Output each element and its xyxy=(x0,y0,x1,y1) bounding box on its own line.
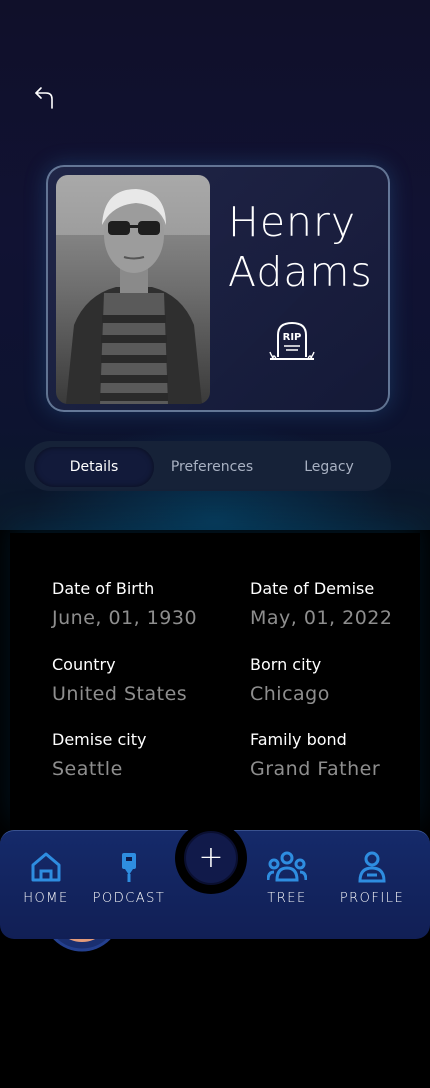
tab-preferences[interactable]: Preferences xyxy=(153,447,271,487)
demise-city-value: Seattle xyxy=(52,758,123,780)
first-name: Henry xyxy=(228,198,357,246)
dob-label: Date of Birth xyxy=(52,579,155,598)
profile-card: Henry Adams RIP xyxy=(46,165,390,412)
dob-value: June, 01, 1930 xyxy=(52,607,198,629)
demise-value: May, 01, 2022 xyxy=(250,607,393,629)
back-button[interactable] xyxy=(32,84,60,112)
home-icon xyxy=(31,852,61,882)
nav-home[interactable]: HOME xyxy=(6,851,86,906)
rip-text: RIP xyxy=(283,332,302,343)
demise-city-label: Demise city xyxy=(52,730,147,749)
details-panel: Date of Birth June, 01, 1930 Date of Dem… xyxy=(10,533,420,833)
tab-legacy[interactable]: Legacy xyxy=(271,447,387,487)
tombstone-rip-icon: RIP xyxy=(268,319,316,365)
microphone-icon xyxy=(122,853,136,882)
profile-icon xyxy=(358,851,386,883)
detail-tabs: Details Preferences Legacy xyxy=(25,441,391,491)
born-city-value: Chicago xyxy=(250,683,330,705)
tab-details[interactable]: Details xyxy=(34,447,154,487)
nav-podcast[interactable]: PODCAST xyxy=(80,851,178,906)
country-label: Country xyxy=(52,655,116,674)
family-bond-value: Grand Father xyxy=(250,758,381,780)
nav-tree-label: TREE xyxy=(267,891,307,906)
nav-home-label: HOME xyxy=(23,891,69,906)
plus-icon: + xyxy=(198,840,224,875)
country-value: United States xyxy=(52,683,188,705)
demise-label: Date of Demise xyxy=(250,579,375,598)
family-bond-label: Family bond xyxy=(250,730,347,749)
person-name: Henry Adams xyxy=(228,197,388,297)
nav-profile-label: PROFILE xyxy=(339,891,405,906)
back-arrow-icon xyxy=(35,87,53,109)
nav-profile[interactable]: PROFILE xyxy=(332,851,412,906)
add-button[interactable]: + xyxy=(184,831,238,885)
last-name: Adams xyxy=(228,248,373,296)
profile-photo xyxy=(56,175,210,404)
nav-tree[interactable]: TREE xyxy=(247,851,327,906)
nav-podcast-label: PODCAST xyxy=(92,891,166,906)
family-tree-icon xyxy=(267,851,307,882)
born-city-label: Born city xyxy=(250,655,322,674)
